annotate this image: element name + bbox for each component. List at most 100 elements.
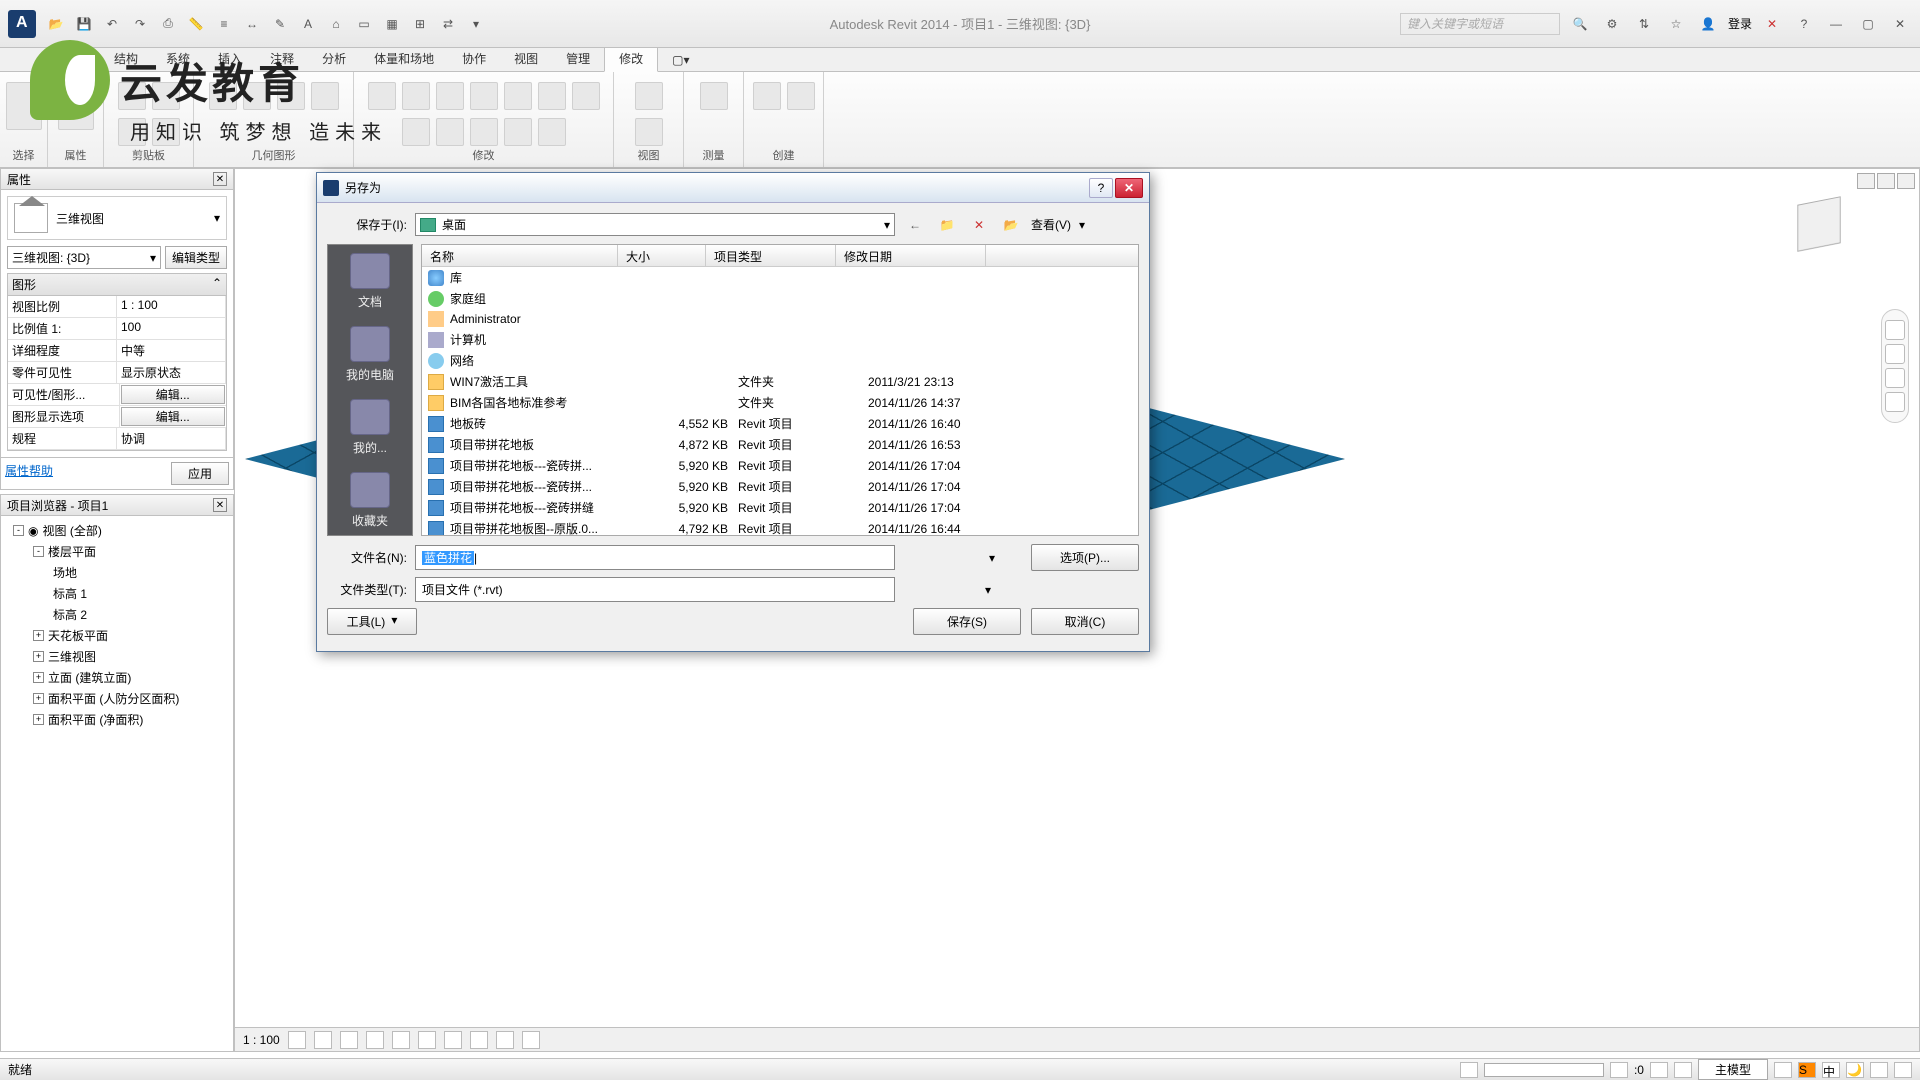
model-dropdown[interactable]: 主模型 [1698, 1059, 1768, 1080]
mod-icon[interactable] [436, 82, 464, 110]
lock-icon[interactable] [470, 1031, 488, 1049]
tab-annotate[interactable]: 注释 [256, 46, 308, 71]
options-button[interactable]: 选项(P)... [1031, 544, 1139, 571]
render-icon[interactable] [392, 1031, 410, 1049]
paste-icon[interactable] [118, 82, 146, 110]
login-label[interactable]: 登录 [1728, 15, 1752, 32]
apply-button[interactable]: 应用 [171, 462, 229, 485]
tab-systems[interactable]: 系统 [152, 46, 204, 71]
detail-icon[interactable] [288, 1031, 306, 1049]
sb-keyboard-icon[interactable] [1894, 1062, 1912, 1078]
thin-lines-icon[interactable]: ▦ [380, 12, 404, 36]
qat-dropdown-icon[interactable]: ▾ [464, 12, 488, 36]
user-icon[interactable]: 👤 [1696, 12, 1720, 36]
view-dropdown-icon[interactable]: ▾ [1079, 218, 1085, 232]
create-icon[interactable] [787, 82, 815, 110]
tab-analyze[interactable]: 分析 [308, 46, 360, 71]
sb-icon[interactable] [1460, 1062, 1478, 1078]
tree-toggle-icon[interactable]: + [33, 693, 44, 704]
tree-item[interactable]: -楼层平面 [5, 541, 229, 562]
cut-icon[interactable] [152, 82, 180, 110]
wheel-icon[interactable] [1885, 320, 1905, 340]
file-row[interactable]: 地板砖4,552 KBRevit 项目2014/11/26 16:40 [422, 413, 1138, 434]
save-in-dropdown[interactable]: 桌面 ▾ [415, 213, 895, 236]
back-icon[interactable]: ← [903, 214, 927, 236]
create-icon[interactable] [753, 82, 781, 110]
mod-icon[interactable] [504, 82, 532, 110]
minimize-icon[interactable]: — [1824, 14, 1848, 34]
dialog-close-icon[interactable]: ✕ [1115, 178, 1143, 198]
file-row[interactable]: Administrator [422, 309, 1138, 329]
tab-modify[interactable]: 修改 [604, 45, 658, 72]
tab-collaborate[interactable]: 协作 [448, 46, 500, 71]
tree-toggle-icon[interactable]: + [33, 651, 44, 662]
browser-header[interactable]: 项目浏览器 - 项目1 ✕ [0, 494, 234, 516]
tree-item[interactable]: -◉视图 (全部) [5, 520, 229, 541]
mod-icon[interactable] [470, 118, 498, 146]
sb-punct-icon[interactable] [1870, 1062, 1888, 1078]
properties-help-link[interactable]: 属性帮助 [5, 462, 53, 485]
mod-icon[interactable] [402, 118, 430, 146]
col-type[interactable]: 项目类型 [706, 245, 836, 266]
view-cube[interactable] [1779, 189, 1859, 269]
tab-massing[interactable]: 体量和场地 [360, 46, 448, 71]
canvas-close-icon[interactable] [1897, 173, 1915, 189]
save-icon[interactable]: 💾 [72, 12, 96, 36]
mod-icon[interactable] [538, 82, 566, 110]
project-browser[interactable]: -◉视图 (全部)-楼层平面场地标高 1标高 2+天花板平面+三维视图+立面 (… [0, 516, 234, 1052]
sb-ime-icon[interactable]: S [1798, 1062, 1816, 1078]
place-item[interactable]: 我的... [328, 391, 412, 464]
shadow-icon[interactable] [366, 1031, 384, 1049]
tab-architecture[interactable]: 建筑 [48, 46, 100, 71]
file-row[interactable]: 项目带拼花地板---瓷砖拼...5,920 KBRevit 项目2014/11/… [422, 455, 1138, 476]
tab-insert[interactable]: 插入 [204, 46, 256, 71]
mod-icon[interactable] [504, 118, 532, 146]
prop-edit-button[interactable]: 编辑... [121, 385, 226, 404]
edit-type-button[interactable]: 编辑类型 [165, 246, 227, 269]
mod-icon[interactable] [436, 118, 464, 146]
open-icon[interactable]: 📂 [44, 12, 68, 36]
tag-icon[interactable]: ✎ [268, 12, 292, 36]
style-icon[interactable] [314, 1031, 332, 1049]
filetype-dropdown[interactable]: 项目文件 (*.rvt) [415, 577, 895, 602]
tree-item[interactable]: +立面 (建筑立面) [5, 667, 229, 688]
undo-icon[interactable]: ↶ [100, 12, 124, 36]
tree-item[interactable]: +三维视图 [5, 646, 229, 667]
dialog-titlebar[interactable]: 另存为 ? ✕ [317, 173, 1149, 203]
properties-close-icon[interactable]: ✕ [213, 172, 227, 186]
close-windows-icon[interactable]: ⊞ [408, 12, 432, 36]
canvas-max-icon[interactable] [1877, 173, 1895, 189]
geom-icon[interactable] [277, 82, 305, 110]
temp-hide-icon[interactable] [496, 1031, 514, 1049]
mod-icon[interactable] [470, 82, 498, 110]
favorite-icon[interactable]: ☆ [1664, 12, 1688, 36]
tab-structure[interactable]: 结构 [100, 46, 152, 71]
exchange-icon[interactable]: ⇅ [1632, 12, 1656, 36]
print-icon[interactable]: ⎙ [156, 12, 180, 36]
reveal-icon[interactable] [522, 1031, 540, 1049]
sb-lang-icon[interactable]: 中 [1822, 1062, 1840, 1078]
crop-icon[interactable] [418, 1031, 436, 1049]
scale-display[interactable]: 1 : 100 [243, 1033, 280, 1047]
tree-item[interactable]: +天花板平面 [5, 625, 229, 646]
sb-icon[interactable] [1650, 1062, 1668, 1078]
orbit-icon[interactable] [1885, 392, 1905, 412]
search-icon[interactable]: 🔍 [1568, 12, 1592, 36]
mod-icon[interactable] [402, 82, 430, 110]
col-name[interactable]: 名称 [422, 245, 618, 266]
browser-close-icon[interactable]: ✕ [213, 498, 227, 512]
crop-visible-icon[interactable] [444, 1031, 462, 1049]
zoom-icon[interactable] [1885, 368, 1905, 388]
view-menu[interactable]: 查看(V) [1031, 216, 1071, 233]
text-icon[interactable]: A [296, 12, 320, 36]
subscription-icon[interactable]: ⚙ [1600, 12, 1624, 36]
view-icon[interactable] [635, 82, 663, 110]
prop-value[interactable]: 1 : 100 [117, 296, 226, 317]
measure-tool-icon[interactable] [700, 82, 728, 110]
sun-icon[interactable] [340, 1031, 358, 1049]
close-icon[interactable]: ✕ [1888, 14, 1912, 34]
filename-input[interactable]: 蓝色拼花| [415, 545, 895, 570]
tools-button[interactable]: 工具(L)▾ [327, 608, 417, 635]
tree-item[interactable]: +面积平面 (人防分区面积) [5, 688, 229, 709]
3d-icon[interactable]: ⌂ [324, 12, 348, 36]
